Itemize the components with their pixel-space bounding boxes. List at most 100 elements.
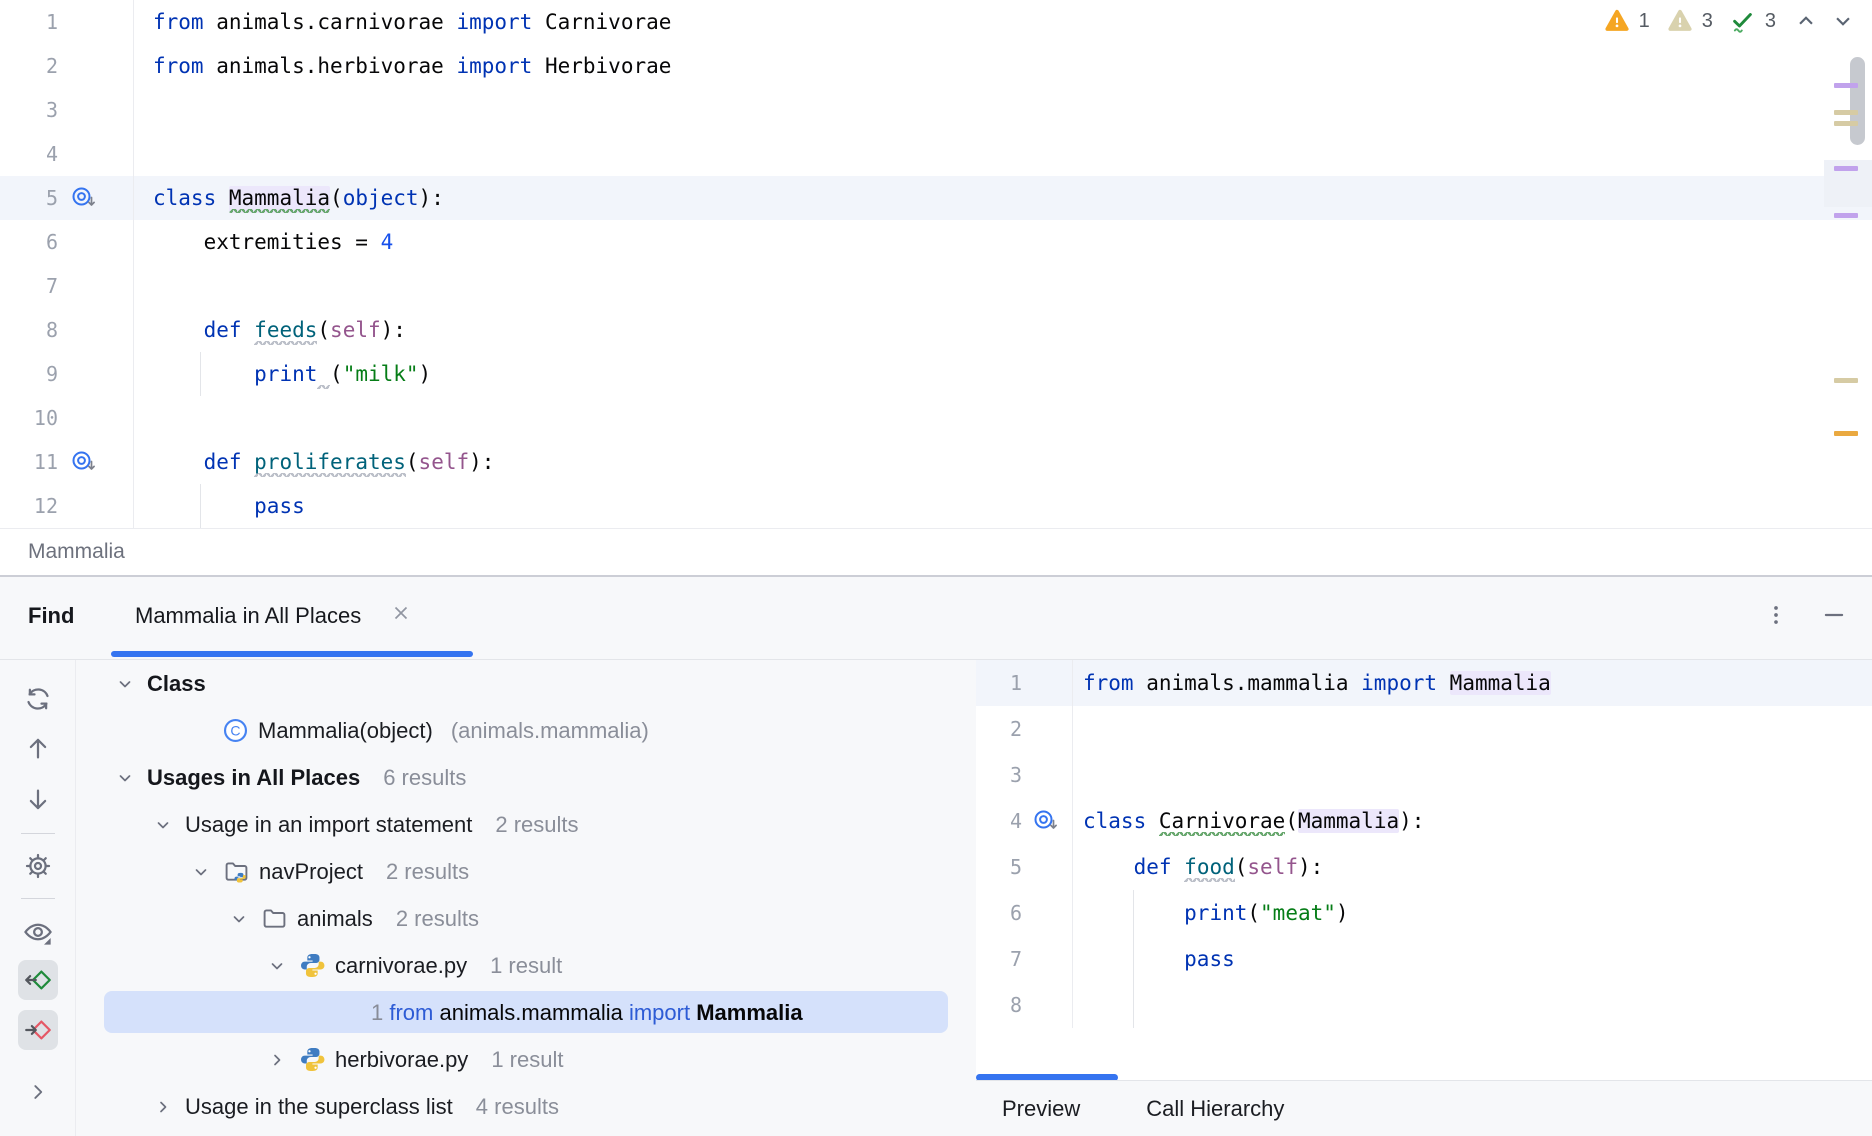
next-highlight-icon[interactable] xyxy=(1828,6,1858,36)
breadcrumb-item[interactable]: Mammalia xyxy=(28,540,125,564)
tree-row-navproject[interactable]: navProject2 results xyxy=(76,848,976,895)
line-number: 2 xyxy=(976,717,1022,741)
code-text[interactable]: print ("milk") xyxy=(134,352,431,396)
tree-row-group-class[interactable]: Class xyxy=(76,660,976,707)
chevron-right-icon[interactable] xyxy=(150,1094,176,1120)
code-text[interactable]: from animals.mammalia import Mammalia xyxy=(1073,660,1551,706)
code-text[interactable]: def food(self): xyxy=(1073,844,1323,890)
code-token xyxy=(1437,671,1450,695)
tree-row-animals[interactable]: animals2 results xyxy=(76,895,976,942)
passed-count: 3 xyxy=(1765,10,1776,33)
editor-line-12[interactable]: 12 pass xyxy=(0,484,1872,528)
preview-line-5[interactable]: 5 def food(self): xyxy=(976,844,1872,890)
preview-editor[interactable]: 1from animals.mammalia import Mammalia 2 3… xyxy=(976,660,1872,1080)
previous-occurrence-icon[interactable] xyxy=(23,733,53,763)
editor-line-7[interactable]: 7 xyxy=(0,264,1872,308)
tree-row-label: Usage in the superclass list xyxy=(185,1094,453,1120)
stripe-mark-orange[interactable] xyxy=(1834,431,1858,436)
chevron-down-icon[interactable] xyxy=(188,859,214,885)
rerun-icon[interactable] xyxy=(23,684,53,714)
editor-line-4[interactable]: 4 xyxy=(0,132,1872,176)
preview-line-8[interactable]: 8 xyxy=(976,982,1872,1028)
code-text[interactable]: pass xyxy=(134,484,305,528)
code-text[interactable]: from animals.herbivorae import Herbivora… xyxy=(134,44,671,88)
editor-scrollbar-thumb[interactable] xyxy=(1850,57,1865,145)
code-text[interactable]: pass xyxy=(1073,936,1235,982)
indent-guide xyxy=(200,484,201,528)
editor-line-3[interactable]: 3 xyxy=(0,88,1872,132)
weak-warning-icon[interactable] xyxy=(1665,6,1695,36)
preview-eye-icon[interactable] xyxy=(22,916,54,948)
tree-row-carnivorae-py[interactable]: carnivorae.py1 result xyxy=(76,942,976,989)
preview-line-6[interactable]: 6 print("meat") xyxy=(976,890,1872,936)
tree-row-group-usages[interactable]: Usages in All Places6 results xyxy=(76,754,976,801)
editor-line-11[interactable]: 11 def proliferates(self): xyxy=(0,440,1872,484)
expand-chevron-icon[interactable] xyxy=(25,1079,51,1105)
code-token xyxy=(1146,809,1159,833)
preview-line-1[interactable]: 1from animals.mammalia import Mammalia xyxy=(976,660,1872,706)
stripe-mark-tan[interactable] xyxy=(1834,121,1858,126)
stripe-mark-purple[interactable] xyxy=(1834,213,1858,218)
tab-preview[interactable]: Preview xyxy=(1002,1096,1080,1122)
editor-line-9[interactable]: 9 print ("milk") xyxy=(0,352,1872,396)
warning-icon[interactable] xyxy=(1602,6,1632,36)
minimize-icon[interactable] xyxy=(1816,597,1852,633)
code-text[interactable]: class Mammalia(object): xyxy=(134,176,444,220)
chevron-down-icon[interactable] xyxy=(226,906,252,932)
gutter: 3 xyxy=(0,88,134,132)
editor-line-1[interactable]: 1 from animals.carnivorae import Carnivor… xyxy=(0,0,1872,44)
stripe-mark-tan[interactable] xyxy=(1834,110,1858,115)
editor-line-10[interactable]: 10 xyxy=(0,396,1872,440)
stripe-mark-purple[interactable] xyxy=(1834,83,1858,88)
preview-line-4[interactable]: 4class Carnivorae(Mammalia): xyxy=(976,798,1872,844)
code-token: self xyxy=(330,318,381,342)
editor-line-2[interactable]: 2from animals.herbivorae import Herbivor… xyxy=(0,44,1872,88)
chevron-down-icon[interactable] xyxy=(112,671,138,697)
warning-count: 1 xyxy=(1639,10,1650,33)
code-text[interactable]: extremities = 4 xyxy=(134,220,393,264)
preview-line-2[interactable]: 2 xyxy=(976,706,1872,752)
next-occurrence-icon[interactable] xyxy=(23,785,53,815)
close-icon[interactable] xyxy=(389,601,413,630)
preview-line-7[interactable]: 7 pass xyxy=(976,936,1872,982)
code-token: pass xyxy=(1184,947,1235,971)
code-editor[interactable]: 1 from animals.carnivorae import Carnivor… xyxy=(0,0,1872,528)
chevron-down-icon[interactable] xyxy=(264,953,290,979)
tree-row-class-mammalia[interactable]: CMammalia(object)(animals.mammalia) xyxy=(76,707,976,754)
scroll-to-source-icon[interactable] xyxy=(18,960,58,1000)
code-text[interactable]: def proliferates(self): xyxy=(134,440,494,484)
tree-row-herbivorae-py[interactable]: herbivorae.py1 result xyxy=(76,1036,976,1083)
line-number: 6 xyxy=(0,230,58,254)
overridden-gutter-icon[interactable] xyxy=(1022,807,1070,835)
editor-line-8[interactable]: 8 def feeds(self): xyxy=(0,308,1872,352)
preview-line-3[interactable]: 3 xyxy=(976,752,1872,798)
stripe-mark-purple[interactable] xyxy=(1834,166,1858,171)
editor-line-6[interactable]: 6 extremities = 4 xyxy=(0,220,1872,264)
tab-mammalia-in-all-places[interactable]: Mammalia in All Places xyxy=(135,601,413,630)
chevron-right-icon[interactable] xyxy=(264,1047,290,1073)
stripe-mark-tan[interactable] xyxy=(1834,378,1858,383)
overridden-gutter-icon[interactable] xyxy=(58,448,110,476)
tree-row-usage-superclass[interactable]: Usage in the superclass list4 results xyxy=(76,1083,976,1130)
settings-gear-icon[interactable] xyxy=(23,851,53,881)
preview-footer-tabs: Preview Call Hierarchy xyxy=(976,1080,1872,1136)
scroll-from-source-icon[interactable] xyxy=(18,1010,58,1050)
inspections-passed-icon[interactable] xyxy=(1728,6,1758,36)
chevron-down-icon[interactable] xyxy=(112,765,138,791)
more-options-icon[interactable] xyxy=(1758,597,1794,633)
result-count: 1 result xyxy=(490,953,562,979)
tab-call-hierarchy[interactable]: Call Hierarchy xyxy=(1146,1096,1284,1122)
code-token xyxy=(153,318,204,342)
tree-row-usage-import[interactable]: Usage in an import statement2 results xyxy=(76,801,976,848)
code-text[interactable]: print("meat") xyxy=(1073,890,1349,936)
overridden-gutter-icon[interactable] xyxy=(58,184,110,212)
code-text[interactable]: def feeds(self): xyxy=(134,308,406,352)
code-token: def xyxy=(204,318,242,342)
code-text[interactable]: from animals.carnivorae import Carnivora… xyxy=(134,0,671,44)
code-text[interactable]: class Carnivorae(Mammalia): xyxy=(1073,798,1424,844)
chevron-down-icon[interactable] xyxy=(150,812,176,838)
tree-row-usage-line[interactable]: 1 from animals.mammalia import Mammalia xyxy=(76,989,976,1036)
active-tab-indicator xyxy=(111,651,473,657)
previous-highlight-icon[interactable] xyxy=(1791,6,1821,36)
editor-line-5[interactable]: 5class Mammalia(object): xyxy=(0,176,1872,220)
